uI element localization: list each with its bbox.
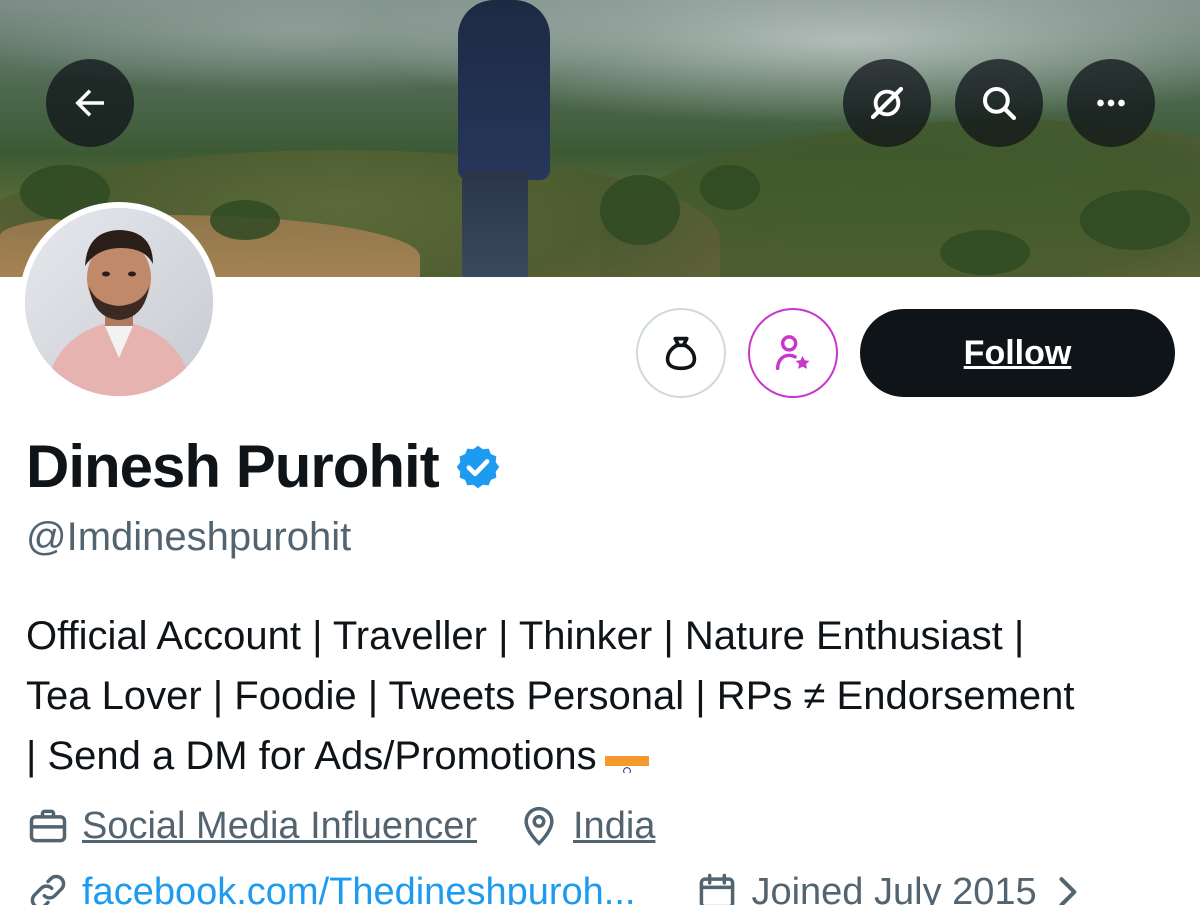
banner-scenery (940, 230, 1030, 275)
website-link[interactable]: facebook.com/Thedineshpuroh... (82, 871, 635, 905)
india-flag-icon (604, 743, 649, 774)
profile-name: Dinesh Purohit (26, 433, 440, 500)
grok-button[interactable] (843, 59, 931, 147)
banner-person (462, 170, 528, 277)
chevron-right-icon[interactable] (1045, 870, 1089, 905)
follow-button[interactable]: Follow (860, 309, 1175, 397)
subscribe-person-star-icon (775, 335, 810, 371)
grok-icon (870, 86, 904, 120)
bio-line-last: | Send a DM for Ads/Promotions (26, 726, 1186, 786)
avatar-image (25, 208, 213, 396)
avatar[interactable] (19, 202, 219, 402)
more-dots-icon (1097, 99, 1125, 107)
money-bag-icon (665, 336, 697, 371)
bio-line: | Send a DM for Ads/Promotions (26, 734, 597, 778)
bio-line: Official Account | Traveller | Thinker |… (26, 614, 1025, 658)
subscribe-button[interactable] (748, 308, 838, 398)
search-button[interactable] (955, 59, 1043, 147)
bio-line: Tea Lover | Foodie | Tweets Personal | R… (26, 674, 1075, 718)
profile-meta-row: Social Media Influencer India (26, 804, 655, 848)
profile-handle: @Imdineshpurohit (26, 515, 352, 559)
profession-link[interactable]: Social Media Influencer (82, 805, 477, 848)
search-icon (982, 86, 1017, 121)
briefcase-icon (29, 809, 67, 843)
more-button[interactable] (1067, 59, 1155, 147)
verified-badge-icon[interactable] (453, 442, 503, 492)
profile-bio: Official Account | Traveller | Thinker |… (26, 606, 1186, 786)
banner-scenery (600, 175, 680, 245)
back-button[interactable] (46, 59, 134, 147)
banner-scenery (210, 200, 280, 240)
calendar-icon (700, 873, 735, 905)
link-icon (30, 874, 66, 905)
banner-scenery (1080, 190, 1190, 250)
arrow-left-icon (75, 89, 104, 117)
location-pin-icon (524, 806, 554, 846)
banner-person (458, 0, 550, 180)
banner-scenery (700, 165, 760, 210)
joined-date[interactable]: Joined July 2015 (751, 871, 1036, 905)
location-link[interactable]: India (573, 805, 655, 848)
profile-name-row: Dinesh Purohit (26, 432, 503, 501)
profile-meta-row-2: facebook.com/Thedineshpuroh... Joined Ju… (26, 870, 1089, 905)
tip-button[interactable] (636, 308, 726, 398)
